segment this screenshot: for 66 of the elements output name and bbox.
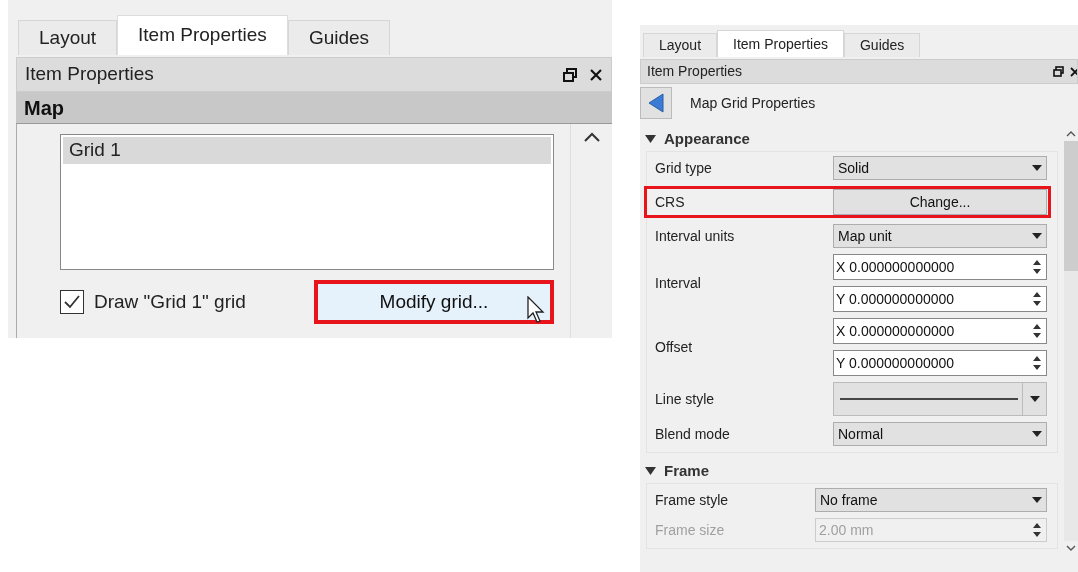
caret-icon [1032, 165, 1042, 171]
dropdown-value: Normal [838, 424, 884, 444]
modify-grid-button[interactable]: Modify grid... [314, 280, 554, 324]
dropdown-value: No frame [820, 490, 878, 510]
spin-arrows-icon [1032, 323, 1042, 339]
scroll-up-icon [583, 132, 600, 142]
tab[interactable]: Item Properties [117, 15, 288, 55]
caret-icon [1029, 396, 1040, 402]
tab[interactable]: Layout [643, 33, 718, 57]
dock-title: Item Properties [647, 62, 742, 81]
checkbox-label: Draw "Grid 1" grid [94, 289, 246, 314]
spin-value: Y 0.000000000000 [836, 289, 955, 309]
caret-icon [1032, 233, 1042, 239]
spin-box[interactable]: Y 0.000000000000 [833, 350, 1047, 376]
spin-value: Y 0.000000000000 [836, 353, 955, 373]
dropdown[interactable]: Normal [833, 422, 1047, 446]
checkbox[interactable] [60, 290, 84, 314]
page-title: Map Grid Properties [690, 93, 816, 113]
scroll-up-icon [1066, 131, 1076, 137]
field-label: Grid type [655, 158, 713, 178]
scroll-down-icon [1066, 545, 1076, 551]
spin-value: 2.00 mm [819, 520, 874, 540]
line-style-dropdown[interactable] [833, 382, 1047, 416]
spin-box[interactable]: Y 0.000000000000 [833, 286, 1047, 312]
close-icon [589, 67, 603, 82]
dropdown[interactable]: Map unit [833, 224, 1047, 248]
check-icon [64, 295, 80, 309]
dropdown[interactable]: Solid [833, 156, 1047, 180]
float-icon [1053, 66, 1064, 77]
field-label: Interval [655, 273, 702, 293]
close-icon [1070, 66, 1077, 77]
spin-box[interactable]: X 0.000000000000 [833, 318, 1047, 344]
section-title: Map [24, 95, 64, 121]
dropdown-value: Map unit [838, 226, 892, 246]
list-item[interactable]: Grid 1 [63, 137, 551, 164]
field-label: Blend mode [655, 424, 731, 444]
caret-icon [1032, 431, 1042, 437]
field-label: Line style [655, 389, 716, 409]
field-label: Frame size [655, 520, 726, 540]
spin-value: X 0.000000000000 [836, 257, 955, 277]
tab[interactable]: Guides [287, 20, 391, 55]
float-icon [563, 67, 577, 82]
back-button[interactable] [640, 87, 672, 119]
back-arrow-icon [648, 93, 664, 113]
field-label: CRS [655, 192, 686, 212]
change-button[interactable]: Change... [833, 189, 1047, 215]
tab[interactable]: Item Properties [717, 30, 844, 57]
dock-title: Item Properties [25, 62, 154, 87]
scrollbar-thumb[interactable] [1064, 141, 1078, 271]
spin-arrows-icon [1032, 259, 1042, 275]
tab[interactable]: Guides [844, 33, 921, 57]
field-label: Frame style [655, 490, 730, 510]
group-title: Frame [664, 460, 710, 481]
dropdown[interactable]: No frame [815, 488, 1047, 512]
field-label: Offset [655, 337, 694, 357]
dropdown-value: Solid [838, 158, 870, 178]
cursor-icon [526, 296, 546, 324]
spin-arrows-icon [1032, 291, 1042, 307]
spin-arrows-icon [1032, 355, 1042, 371]
spin-box[interactable]: X 0.000000000000 [833, 254, 1047, 280]
field-label: Interval units [655, 226, 736, 246]
tab[interactable]: Layout [18, 20, 118, 55]
spin-value: X 0.000000000000 [836, 321, 955, 341]
caret-icon [1032, 497, 1042, 503]
group-title: Appearance [664, 128, 750, 149]
spin-arrows-icon [1032, 522, 1042, 538]
